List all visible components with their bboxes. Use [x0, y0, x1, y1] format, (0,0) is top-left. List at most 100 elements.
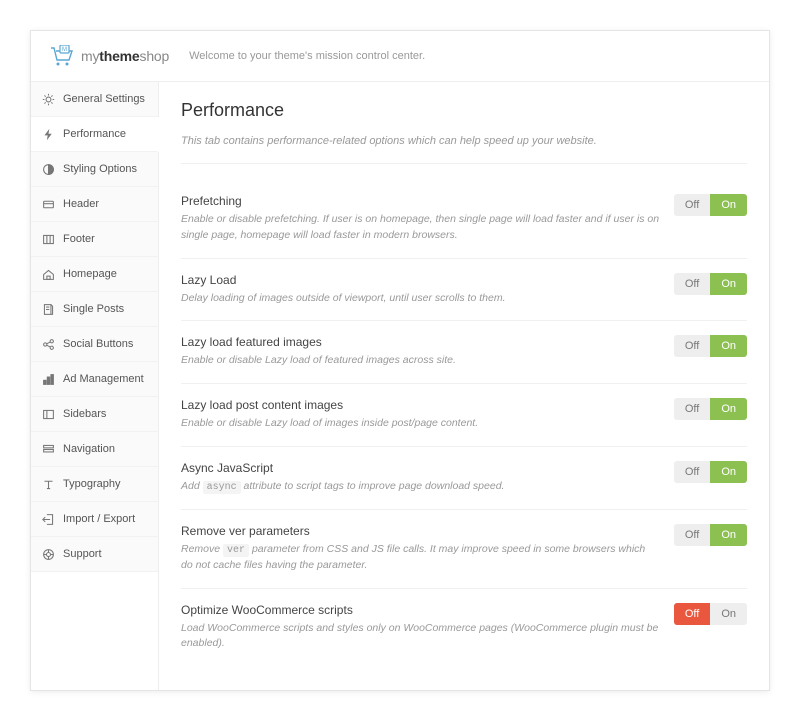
- brand-theme: theme: [99, 48, 139, 64]
- option-text: Prefetching Enable or disable prefetching…: [181, 194, 660, 244]
- option-row: Lazy LoadDelay loading of images outside…: [181, 259, 747, 322]
- toggle[interactable]: OffOn: [674, 335, 747, 357]
- page-description: This tab contains performance-related op…: [181, 135, 747, 164]
- option-text: Lazy load featured images Enable or disab…: [181, 335, 660, 369]
- sidebar-item-label: Styling Options: [63, 163, 137, 175]
- option-row: Lazy load post content images Enable or d…: [181, 384, 747, 447]
- brand-my: my: [81, 48, 99, 64]
- option-description: Enable or disable Lazy load of featured …: [181, 353, 660, 369]
- brand-text: mythemeshop: [81, 48, 169, 64]
- option-title: Lazy load post content images: [181, 398, 660, 412]
- option-description: Add async attribute to script tags to im…: [181, 479, 660, 495]
- sidebar-item-performance[interactable]: Performance: [31, 117, 159, 152]
- sidebar: General Settings Performance Styling Optio…: [31, 82, 159, 690]
- content: Performance This tab contains performanc…: [159, 82, 769, 690]
- option-row: Prefetching Enable or disable prefetching…: [181, 180, 747, 259]
- gear-icon: [41, 92, 55, 106]
- contrast-icon: [41, 162, 55, 176]
- sidebar-item-label: Navigation: [63, 443, 115, 455]
- brand-shop: shop: [140, 48, 170, 64]
- toggle[interactable]: OffOn: [674, 461, 747, 483]
- option-description: Enable or disable Lazy load of images in…: [181, 416, 660, 432]
- body: General Settings Performance Styling Optio…: [31, 82, 769, 690]
- sidebar-item-footer[interactable]: Footer: [31, 222, 158, 257]
- option-description: Enable or disable prefetching. If user i…: [181, 212, 660, 244]
- option-text: Lazy LoadDelay loading of images outside…: [181, 273, 660, 307]
- option-text: Async JavaScriptAdd async attribute to s…: [181, 461, 660, 495]
- sidebar-item-homepage[interactable]: Homepage: [31, 257, 158, 292]
- sidebar-item-label: Ad Management: [63, 373, 144, 385]
- sidebar-item-sidebars[interactable]: Sidebars: [31, 397, 158, 432]
- sidebar-item-navigation[interactable]: Navigation: [31, 432, 158, 467]
- toggle-on[interactable]: On: [710, 461, 747, 483]
- sidebar-item-label: Footer: [63, 233, 95, 245]
- exit-icon: [41, 512, 55, 526]
- toggle-off[interactable]: Off: [674, 461, 710, 483]
- sidebar-item-label: Import / Export: [63, 513, 135, 525]
- doc-icon: [41, 302, 55, 316]
- sidebar-item-label: Header: [63, 198, 99, 210]
- option-text: Remove ver parameters Remove ver paramete…: [181, 524, 660, 574]
- page-title: Performance: [181, 100, 747, 121]
- life-icon: [41, 547, 55, 561]
- sidebar-item-label: Social Buttons: [63, 338, 133, 350]
- option-title: Lazy load featured images: [181, 335, 660, 349]
- option-title: Prefetching: [181, 194, 660, 208]
- option-row: Remove ver parameters Remove ver paramete…: [181, 510, 747, 589]
- toggle-off[interactable]: Off: [674, 194, 710, 216]
- bolt-icon: [41, 127, 55, 141]
- sidebar-item-support[interactable]: Support: [31, 537, 158, 572]
- sidebar-item-ad-management[interactable]: Ad Management: [31, 362, 158, 397]
- option-description: Load WooCommerce scripts and styles only…: [181, 621, 660, 653]
- svg-text:M: M: [62, 47, 67, 53]
- option-row: Optimize WooCommerce scripts Load WooComm…: [181, 589, 747, 667]
- option-title: Remove ver parameters: [181, 524, 660, 538]
- toggle-off[interactable]: Off: [674, 335, 710, 357]
- nav-icon: [41, 442, 55, 456]
- sidebar-item-styling-options[interactable]: Styling Options: [31, 152, 158, 187]
- option-title: Lazy Load: [181, 273, 660, 287]
- card-icon: [41, 197, 55, 211]
- home-icon: [41, 267, 55, 281]
- sidebar-item-label: Sidebars: [63, 408, 106, 420]
- toggle-off[interactable]: Off: [674, 398, 710, 420]
- option-title: Optimize WooCommerce scripts: [181, 603, 660, 617]
- type-icon: [41, 477, 55, 491]
- toggle-on[interactable]: On: [710, 273, 747, 295]
- settings-panel: M mythemeshop Welcome to your theme's mi…: [30, 30, 770, 691]
- toggle-off[interactable]: Off: [674, 273, 710, 295]
- toggle-on[interactable]: On: [710, 398, 747, 420]
- toggle[interactable]: OffOn: [674, 194, 747, 216]
- sidebar-item-social-buttons[interactable]: Social Buttons: [31, 327, 158, 362]
- option-description: Remove ver parameter from CSS and JS fil…: [181, 542, 660, 574]
- columns-icon: [41, 232, 55, 246]
- toggle-on[interactable]: On: [710, 335, 747, 357]
- share-icon: [41, 337, 55, 351]
- toggle[interactable]: OffOn: [674, 524, 747, 546]
- option-row: Lazy load featured images Enable or disab…: [181, 321, 747, 384]
- toggle-off[interactable]: Off: [674, 603, 710, 625]
- toggle-on[interactable]: On: [710, 524, 747, 546]
- toggle-off[interactable]: Off: [674, 524, 710, 546]
- bar-icon: [41, 372, 55, 386]
- sidebar-item-header[interactable]: Header: [31, 187, 158, 222]
- sidebar-item-single-posts[interactable]: Single Posts: [31, 292, 158, 327]
- cart-icon: M: [49, 45, 75, 67]
- toggle[interactable]: OffOn: [674, 398, 747, 420]
- sidebar-icon: [41, 407, 55, 421]
- toggle-on[interactable]: On: [710, 603, 747, 625]
- brand-logo: M mythemeshop: [49, 45, 169, 67]
- toggle[interactable]: OffOn: [674, 603, 747, 625]
- toggle[interactable]: OffOn: [674, 273, 747, 295]
- sidebar-item-label: Homepage: [63, 268, 117, 280]
- sidebar-item-label: Performance: [63, 128, 126, 140]
- sidebar-item-label: Single Posts: [63, 303, 124, 315]
- tagline: Welcome to your theme's mission control …: [189, 50, 425, 62]
- sidebar-item-import-export[interactable]: Import / Export: [31, 502, 158, 537]
- sidebar-item-label: Support: [63, 548, 102, 560]
- option-text: Lazy load post content images Enable or d…: [181, 398, 660, 432]
- options-list: Prefetching Enable or disable prefetching…: [181, 180, 747, 666]
- toggle-on[interactable]: On: [710, 194, 747, 216]
- sidebar-item-typography[interactable]: Typography: [31, 467, 158, 502]
- sidebar-item-general-settings[interactable]: General Settings: [31, 82, 158, 117]
